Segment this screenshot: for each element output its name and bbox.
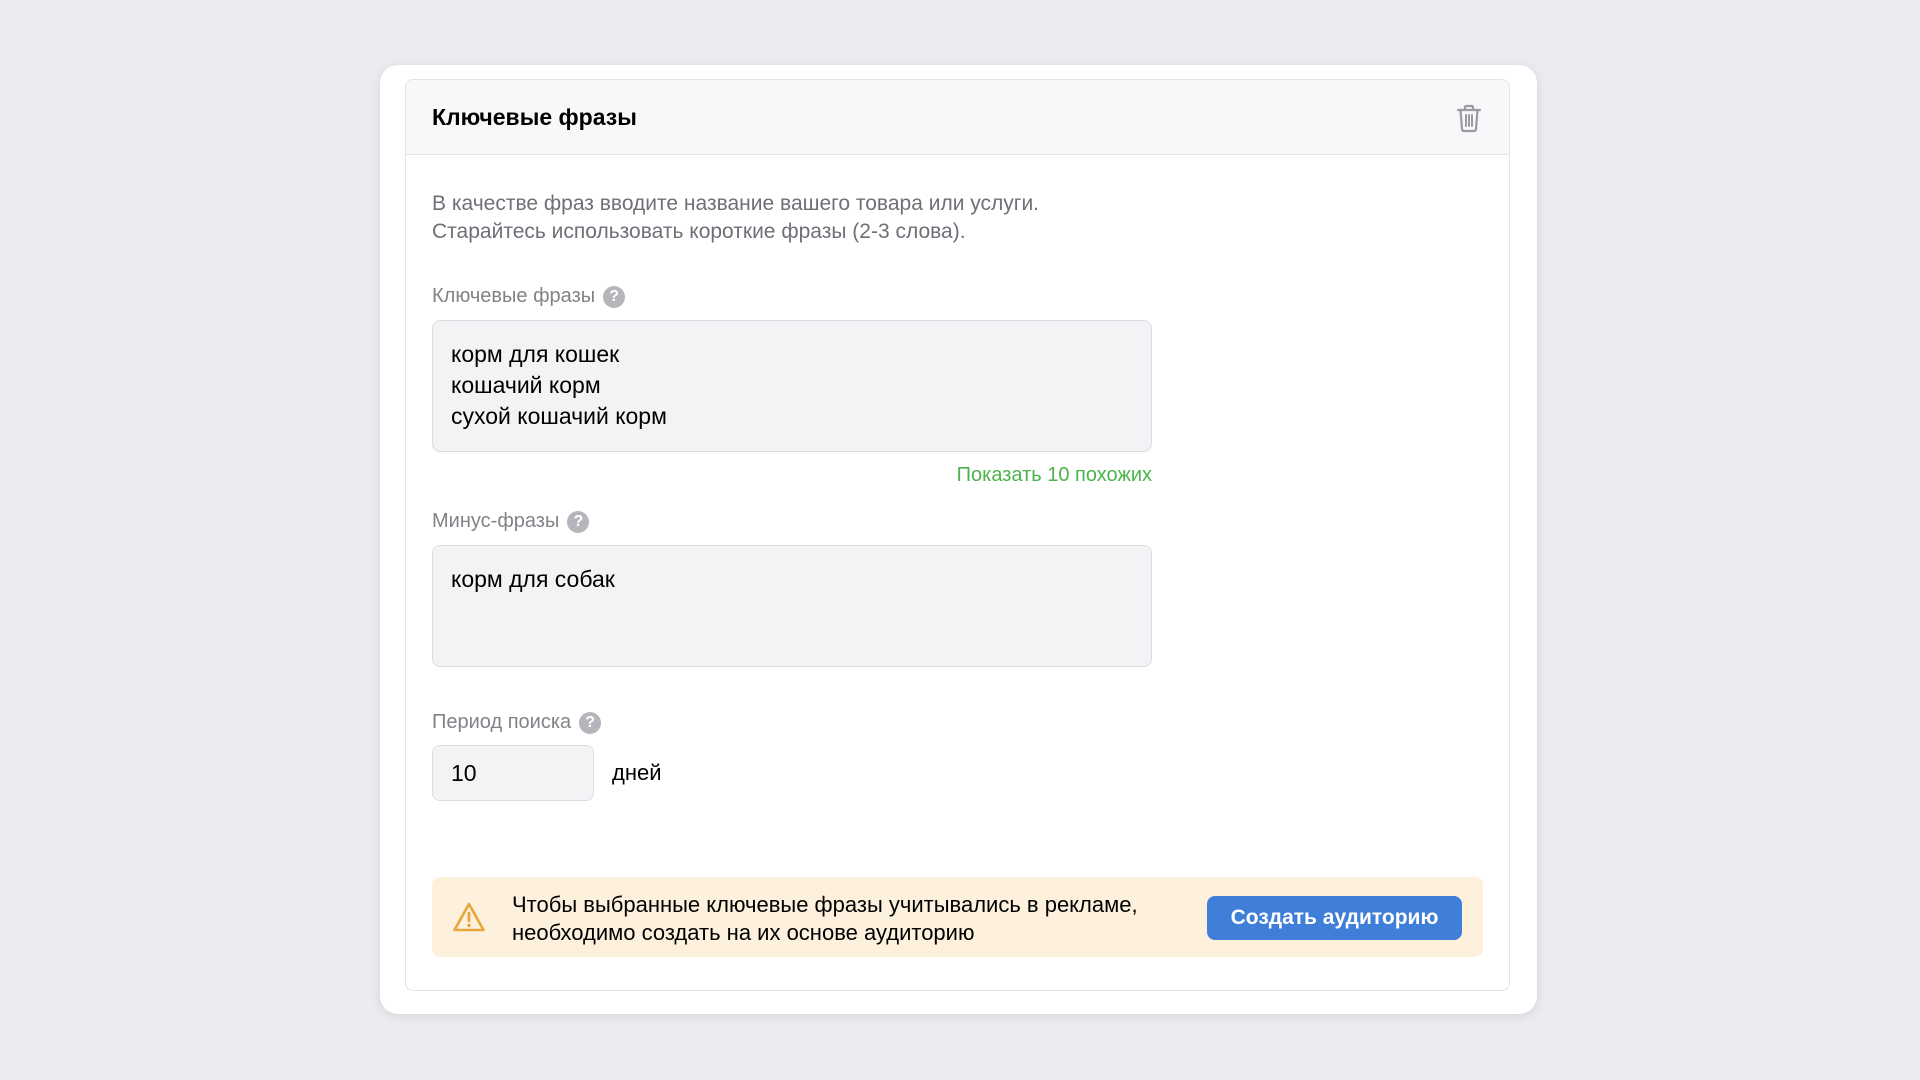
warning-alert: Чтобы выбранные ключевые фразы учитывали… bbox=[432, 877, 1483, 957]
trash-icon[interactable] bbox=[1455, 103, 1483, 133]
keyword-line: сухой кошачий корм bbox=[451, 403, 667, 429]
panel-title: Ключевые фразы bbox=[432, 104, 637, 130]
keyword-line: кошачий корм bbox=[451, 372, 601, 398]
alert-message: Чтобы выбранные ключевые фразы учитывали… bbox=[512, 891, 1138, 947]
period-label-text: Период поиска bbox=[432, 711, 572, 733]
description-line: Старайтесь использовать короткие фразы (… bbox=[432, 220, 966, 243]
minus-label: Минус-фразы ? bbox=[432, 510, 590, 533]
question-icon[interactable]: ? bbox=[567, 510, 590, 533]
description-text: В качестве фраз вводите название вашего … bbox=[432, 190, 1039, 246]
alert-message-line: необходимо создать на их основе аудитори… bbox=[512, 920, 975, 945]
alert-message-line: Чтобы выбранные ключевые фразы учитывали… bbox=[512, 892, 1138, 917]
minus-phrase-line: корм для собак bbox=[451, 566, 615, 592]
minus-label-text: Минус-фразы bbox=[432, 510, 560, 532]
keywords-label: Ключевые фразы ? bbox=[432, 285, 626, 308]
keywords-panel: Ключевые фразы В качестве фраз вводите н… bbox=[405, 79, 1510, 991]
period-label: Период поиска ? bbox=[432, 711, 602, 734]
question-icon[interactable]: ? bbox=[579, 711, 602, 734]
keyword-line: корм для кошек bbox=[451, 341, 620, 367]
create-audience-button[interactable]: Создать аудиторию bbox=[1207, 896, 1462, 940]
question-icon[interactable]: ? bbox=[603, 285, 626, 308]
keywords-textarea[interactable]: корм для кошек кошачий корм сухой кошачи… bbox=[432, 320, 1152, 452]
period-unit: дней bbox=[612, 760, 662, 785]
panel-header: Ключевые фразы bbox=[406, 80, 1509, 155]
show-similar-link[interactable]: Показать 10 похожих bbox=[432, 464, 1152, 487]
keywords-label-text: Ключевые фразы bbox=[432, 285, 596, 307]
description-line: В качестве фраз вводите название вашего … bbox=[432, 192, 1040, 215]
period-input[interactable]: 10 bbox=[432, 745, 594, 801]
warning-icon bbox=[453, 902, 485, 932]
card: Ключевые фразы В качестве фраз вводите н… bbox=[380, 65, 1537, 1014]
minus-phrases-textarea[interactable]: корм для собак bbox=[432, 545, 1152, 667]
